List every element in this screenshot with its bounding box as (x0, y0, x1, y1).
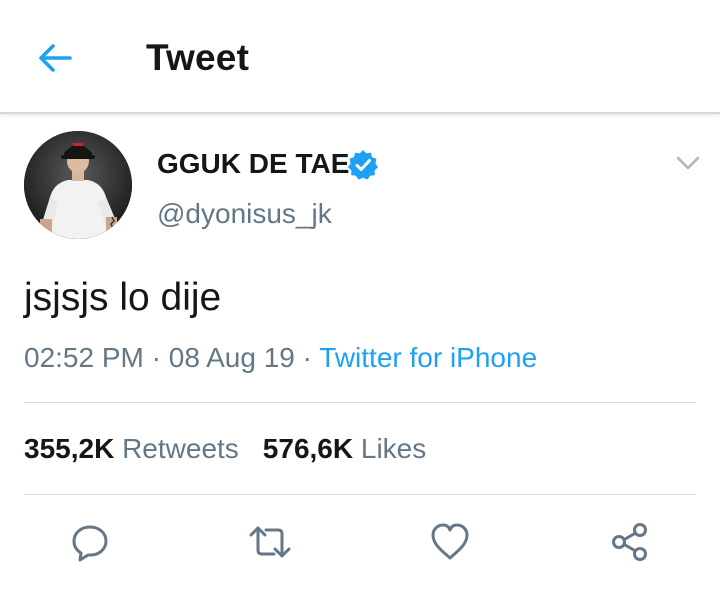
reply-button[interactable] (68, 520, 112, 564)
tweet-date: 08 Aug 19 (168, 342, 295, 373)
profile-photo (24, 131, 132, 239)
tweet-time: 02:52 PM (24, 342, 144, 373)
reply-icon (72, 525, 108, 562)
meta-separator: · (294, 342, 320, 373)
user-handle[interactable]: @dyonisus_jk (157, 198, 332, 230)
share-icon (612, 523, 647, 561)
retweets-label: Retweets (122, 433, 239, 464)
back-button[interactable] (30, 36, 80, 80)
tweet-text: jsjsjs lo dije (24, 276, 222, 319)
meta-separator: · (143, 342, 169, 373)
retweets-stat[interactable]: 355,2K Retweets (24, 433, 239, 464)
top-bar: Tweet (0, 0, 720, 114)
avatar[interactable] (24, 131, 132, 239)
tweet-metadata: 02:52 PM · 08 Aug 19 · Twitter for iPhon… (24, 342, 537, 374)
retweets-count: 355,2K (24, 433, 115, 464)
likes-stat[interactable]: 576,6K Likes (263, 433, 426, 464)
like-button[interactable] (428, 520, 472, 564)
retweet-button[interactable] (248, 520, 292, 564)
chevron-down-icon (676, 156, 700, 170)
tweet-source-link[interactable]: Twitter for iPhone (319, 342, 537, 373)
share-button[interactable] (608, 520, 652, 564)
likes-label: Likes (360, 433, 427, 464)
divider (24, 402, 696, 403)
verified-badge-icon (348, 150, 378, 180)
tweet-options-button[interactable] (672, 148, 704, 178)
likes-count: 576,6K (262, 433, 354, 464)
arrow-left-icon (39, 44, 72, 72)
display-name[interactable]: GGUK DE TAE (157, 148, 349, 180)
retweet-icon (249, 526, 291, 558)
divider (24, 494, 696, 495)
tweet-stats: 355,2K Retweets 576,6K Likes (24, 433, 426, 465)
page-title: Tweet (146, 37, 250, 78)
like-icon (431, 523, 469, 560)
